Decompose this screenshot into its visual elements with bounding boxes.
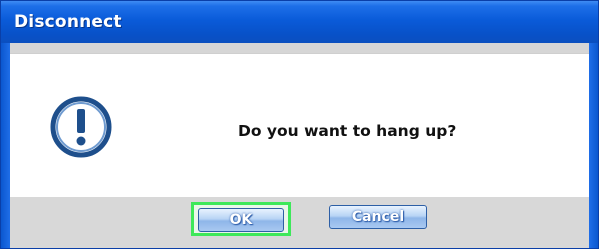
title-bar[interactable]: Disconnect	[1, 1, 598, 43]
ok-button[interactable]: OK	[198, 208, 284, 232]
cancel-button[interactable]: Cancel	[329, 205, 427, 229]
window-frame-left	[1, 43, 10, 248]
window-title: Disconnect	[14, 12, 122, 32]
disconnect-dialog: Disconnect Do you want to hang up? OK Ca…	[0, 0, 599, 249]
message-area: Do you want to hang up?	[10, 53, 589, 198]
button-bar: OK Cancel	[10, 197, 589, 248]
message-text: Do you want to hang up?	[238, 122, 457, 140]
ok-button-focus-ring: OK	[191, 202, 291, 236]
window-frame-right	[589, 43, 598, 248]
exclamation-icon	[50, 96, 112, 158]
